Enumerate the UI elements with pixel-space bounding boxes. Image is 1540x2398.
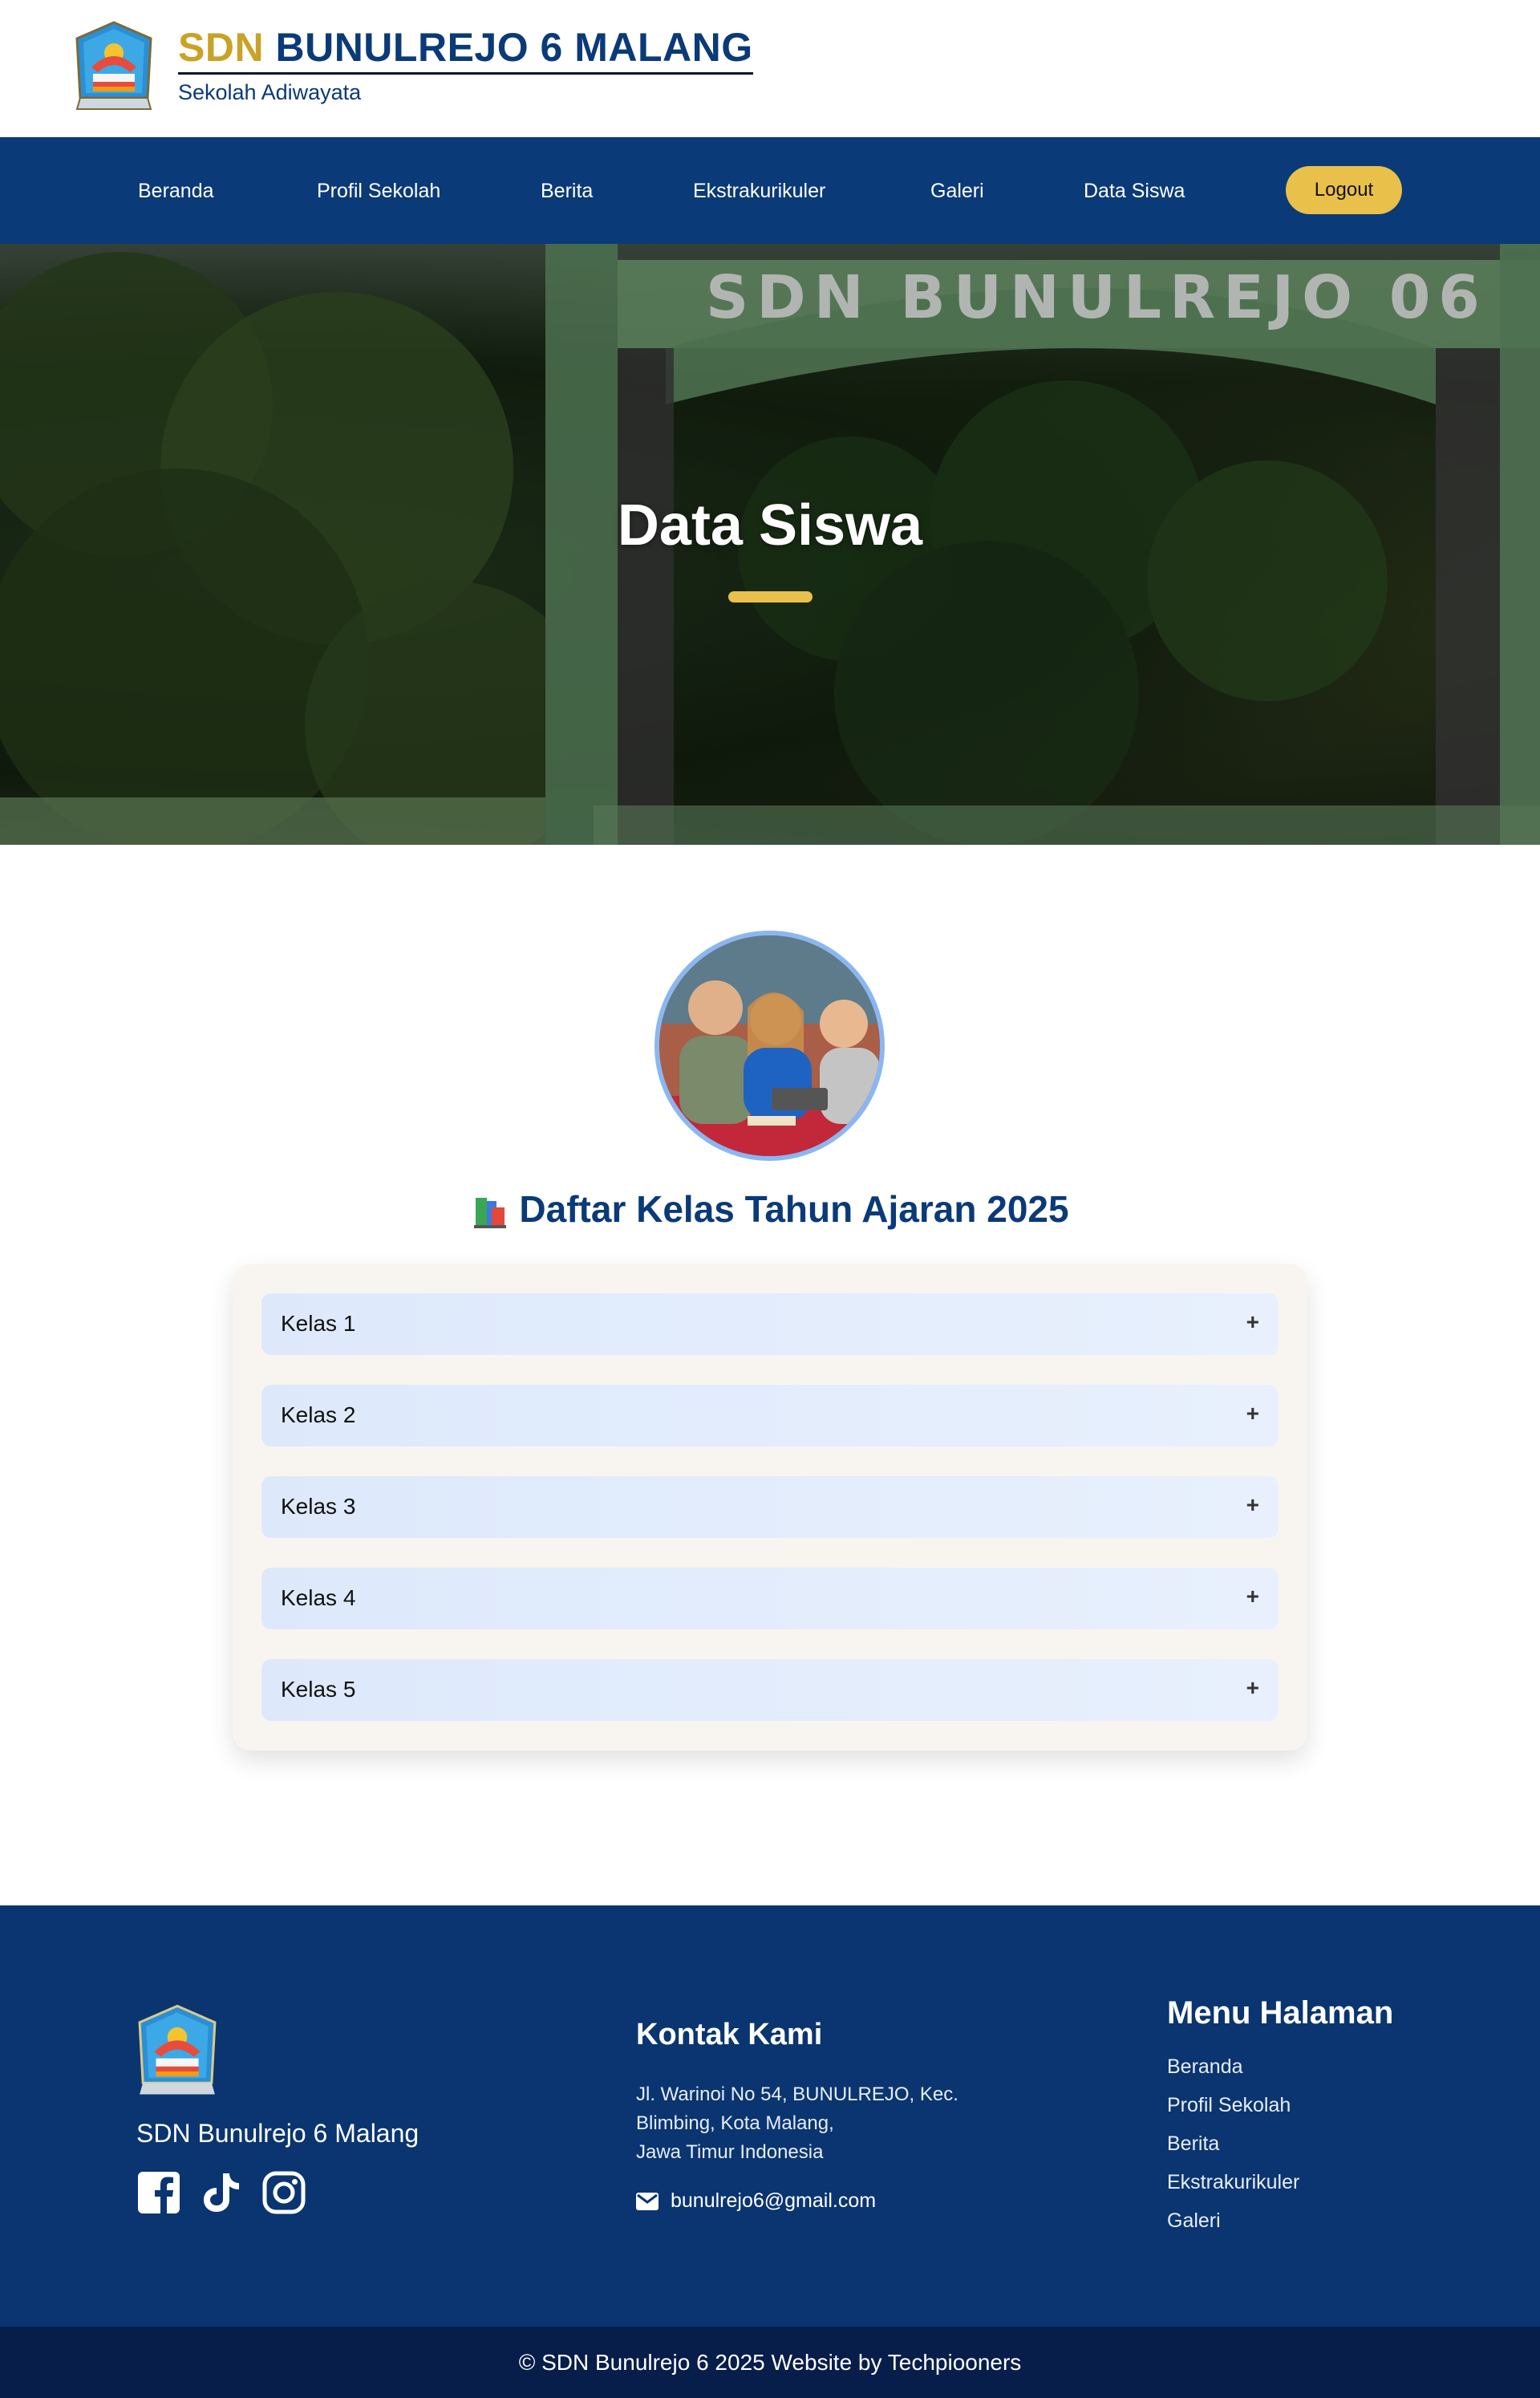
footer-link-profil-sekolah[interactable]: Profil Sekolah — [1167, 2094, 1291, 2117]
address-line: Jawa Timur Indonesia — [636, 2141, 824, 2163]
section-title-text: Daftar Kelas Tahun Ajaran 2025 — [519, 1188, 1069, 1230]
footer-link-beranda[interactable]: Beranda — [1167, 2055, 1243, 2079]
footer-school-logo — [138, 2004, 217, 2095]
nav-item-data-siswa[interactable]: Data Siswa — [1084, 177, 1185, 205]
footer-school-name: SDN Bunulrejo 6 Malang — [136, 2119, 419, 2148]
page-title: Data Siswa — [617, 493, 923, 558]
books-icon — [474, 1197, 507, 1228]
accordion-item-kelas-2[interactable]: Kelas 2 + — [261, 1385, 1279, 1447]
accordion-label: Kelas 5 — [281, 1677, 356, 1702]
section-title: Daftar Kelas Tahun Ajaran 2025 — [0, 1187, 1540, 1231]
hero-banner: SDN BUNULREJO 06 Data Siswa — [0, 244, 1540, 845]
expand-icon[interactable]: + — [1246, 1675, 1259, 1701]
accordion-label: Kelas 2 — [281, 1402, 356, 1427]
brand-title[interactable]: SDN BUNULREJO 6 MALANG — [178, 24, 753, 75]
nav-item-berita[interactable]: Berita — [541, 177, 593, 205]
tiktok-icon[interactable] — [199, 2170, 244, 2215]
site-header: SDN BUNULREJO 6 MALANG Sekolah Adiwayata — [0, 0, 1540, 137]
logout-button[interactable]: Logout — [1286, 166, 1402, 214]
accordion-label: Kelas 4 — [281, 1585, 356, 1610]
facebook-icon[interactable] — [136, 2170, 181, 2215]
title-underline — [728, 591, 813, 603]
school-logo[interactable] — [74, 21, 154, 112]
expand-icon[interactable]: + — [1246, 1584, 1259, 1609]
nav-item-ekstrakurikuler[interactable]: Ekstrakurikuler — [693, 177, 825, 205]
footer-link-galeri[interactable]: Galeri — [1167, 2209, 1221, 2233]
accordion-label: Kelas 1 — [281, 1311, 356, 1336]
mail-icon — [636, 2193, 659, 2210]
accordion-item-kelas-4[interactable]: Kelas 4 + — [261, 1568, 1279, 1629]
nav-item-profil-sekolah[interactable]: Profil Sekolah — [317, 177, 440, 205]
address-line: Jl. Warinoi No 54, BUNULREJO, Kec. — [636, 2084, 958, 2105]
brand-title-main: BUNULREJO 6 MALANG — [275, 25, 753, 70]
footer-link-berita[interactable]: Berita — [1167, 2132, 1219, 2156]
brand-title-accent: SDN — [178, 25, 265, 70]
accordion-item-kelas-1[interactable]: Kelas 1 + — [261, 1293, 1279, 1355]
expand-icon[interactable]: + — [1246, 1492, 1259, 1518]
expand-icon[interactable]: + — [1246, 1309, 1259, 1335]
instagram-icon[interactable] — [261, 2170, 306, 2215]
site-footer: SDN Bunulrejo 6 Malang Kontak Kami Jl. W… — [0, 1905, 1540, 2327]
footer-link-ekstrakurikuler[interactable]: Ekstrakurikuler — [1167, 2171, 1299, 2194]
accordion-item-kelas-5[interactable]: Kelas 5 + — [261, 1659, 1279, 1721]
contact-title: Kontak Kami — [636, 2018, 823, 2051]
students-photo — [654, 931, 885, 1161]
accordion-label: Kelas 3 — [281, 1494, 356, 1519]
nav-item-beranda[interactable]: Beranda — [138, 177, 214, 205]
expand-icon[interactable]: + — [1246, 1401, 1259, 1426]
class-accordion: Kelas 1 + Kelas 2 + Kelas 3 + Kelas 4 + … — [233, 1264, 1307, 1751]
footer-menu-title: Menu Halaman — [1167, 1995, 1394, 2031]
contact-address: Jl. Warinoi No 54, BUNULREJO, Kec. Blimb… — [636, 2080, 1005, 2167]
nav-item-galeri[interactable]: Galeri — [930, 177, 984, 205]
address-line: Blimbing, Kota Malang, — [636, 2112, 834, 2134]
brand-subtitle: Sekolah Adiwayata — [178, 80, 362, 104]
copyright-bar: © SDN Bunulrejo 6 2025 Website by Techpi… — [0, 2327, 1540, 2398]
main-navigation: Beranda Profil Sekolah Berita Ekstrakuri… — [0, 137, 1540, 244]
email-text: bunulrejo6@gmail.com — [671, 2189, 877, 2212]
accordion-item-kelas-3[interactable]: Kelas 3 + — [261, 1476, 1279, 1538]
